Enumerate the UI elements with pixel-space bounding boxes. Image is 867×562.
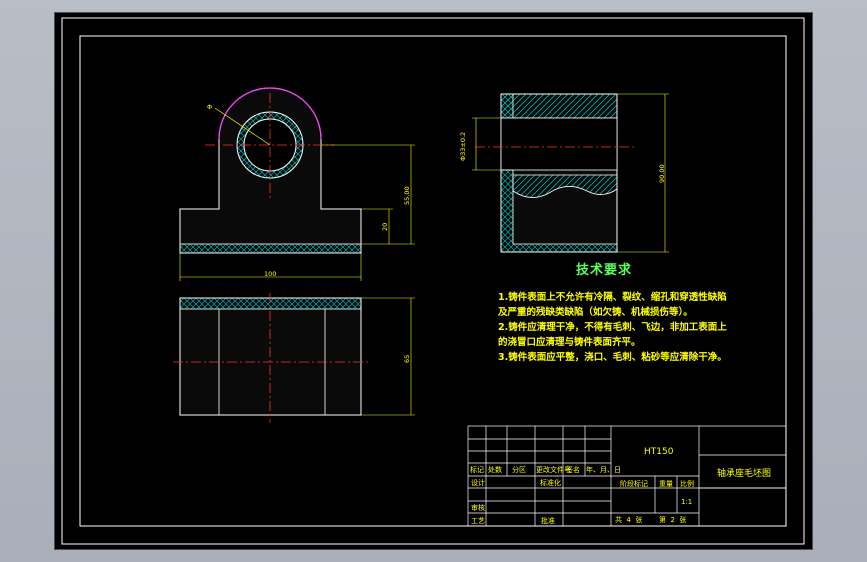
technical-requirements: 技术要求 1.铸件表面上不允许有冷隔、裂纹、缩孔和穿透性缺陷 及严重的残缺类缺陷… [498,263,748,365]
dim-side-bore [472,117,501,171]
requirement-line: 1.铸件表面上不允许有冷隔、裂纹、缩孔和穿透性缺陷 [498,292,727,303]
base-hatch-strip [179,243,362,254]
dim-diameter-label: Φ [207,103,213,111]
material-label: HT150 [644,447,674,457]
tb-sheet-no: 第 2 张 [659,516,687,524]
side-view[interactable] [472,93,669,253]
tb-date: 年、月、日 [586,466,621,474]
cad-viewport[interactable]: Φ 55.00 20 100 65 Φ33±0.2 90.00 技术要求 1.铸… [55,13,812,549]
dim-side-height-label: 90.00 [658,164,666,183]
requirement-line: 的浇冒口应清理与铸件表面齐平。 [498,337,641,348]
tb-standardize: 标准化 [540,479,561,487]
tb-scale: 1:1 [681,498,693,506]
dim-width-label: 100 [264,270,277,278]
top-view-body [179,297,362,416]
tb-weight: 重量 [659,480,673,488]
dim-height-axis-label: 55.00 [403,186,411,205]
dim-side-bore-label: Φ33±0.2 [459,131,467,161]
requirement-line: 3.铸件表面应平整，浇口、毛刺、粘砂等应清除干净。 [498,352,727,363]
tb-process: 工艺 [471,517,485,525]
sheet-border-outer [61,17,805,545]
top-view-hatch [179,297,362,310]
tb-zone: 分区 [512,466,526,474]
requirement-line: 及严重的残缺类缺陷（如欠铸、机械损伤等）。 [498,307,693,318]
tb-total-sheets: 共 4 张 [615,516,643,524]
tb-ratio: 比例 [680,480,694,488]
tb-count: 处数 [488,466,502,474]
technical-requirements-title: 技术要求 [576,263,633,278]
tb-review: 审核 [471,504,485,512]
side-top-hatch [500,93,618,119]
front-view[interactable] [179,87,415,281]
side-bore-band [500,117,618,171]
requirement-line: 2.铸件应清理干净，不得有毛刺、飞边，非加工表面上 [498,322,727,333]
tb-approve: 批准 [541,517,555,525]
dim-height-base-label: 20 [381,222,389,231]
tb-design: 设计 [471,479,485,487]
side-top-left-hatch [500,93,514,119]
sheet-border-inner [79,35,787,527]
dim-depth-label: 65 [403,354,411,363]
top-view[interactable] [173,293,415,423]
drawing-canvas [61,17,805,545]
part-name-label: 轴承座毛坯图 [717,469,772,479]
tb-mark: 标记 [470,466,484,474]
tb-stage-mark: 阶段标记 [620,480,648,488]
tb-sign: 签名 [566,466,580,474]
